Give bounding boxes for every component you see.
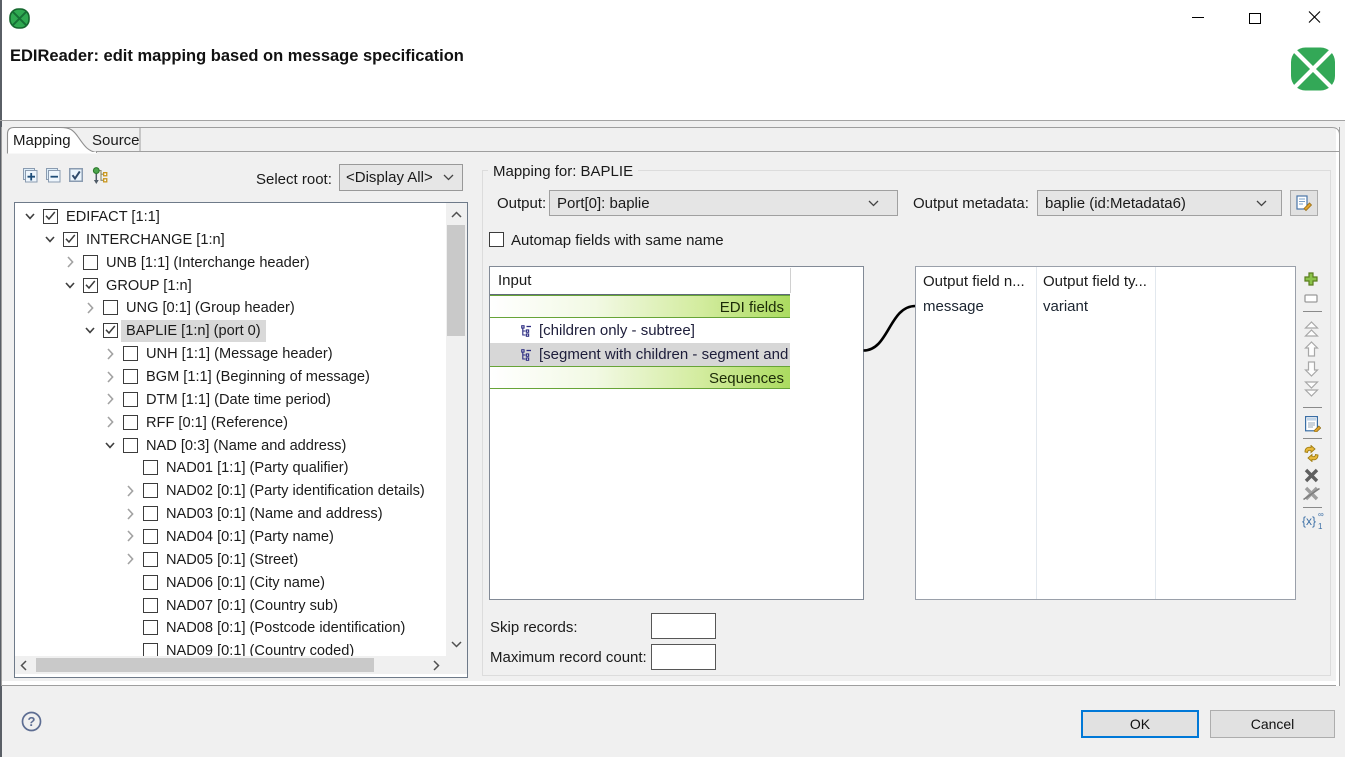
svg-text:?: ? xyxy=(28,714,36,729)
